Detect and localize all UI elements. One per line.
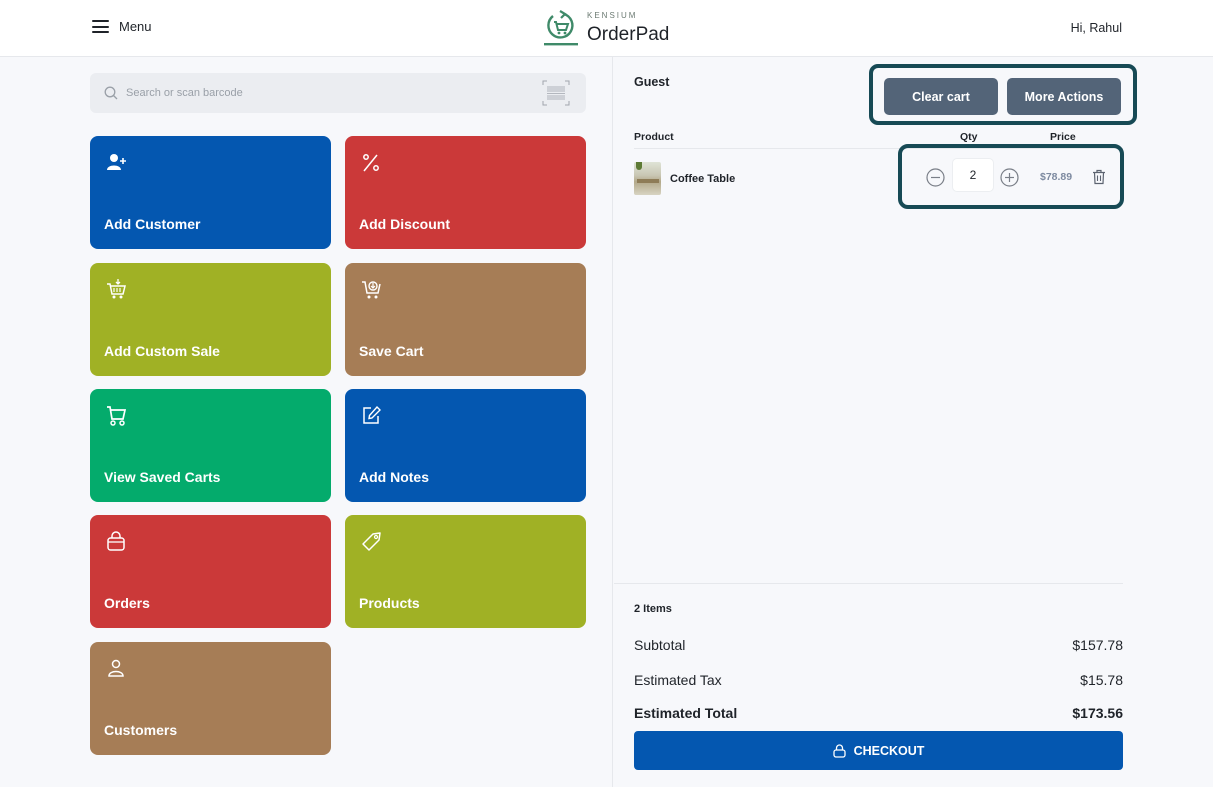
tile-label: View Saved Carts [104,469,221,485]
logo-name: OrderPad [587,24,670,45]
tile-label: Add Custom Sale [104,343,220,359]
lock-icon [832,743,846,758]
logo-brand: KENSIUM [587,11,638,20]
user-plus-icon [107,154,126,170]
search-input[interactable] [126,87,526,99]
checkout-label: CHECKOUT [853,743,925,758]
tile-label: Add Notes [359,469,429,485]
total-label: Estimated Total [634,705,738,721]
shopping-bag-icon [107,531,125,551]
barcode-scan-icon[interactable] [542,80,570,106]
product-name: Coffee Table [670,173,736,185]
menu-label: Menu [119,19,152,34]
cart-actions-highlight: Clear cart More Actions [869,64,1137,125]
tile-save-cart[interactable]: Save Cart [345,263,586,376]
more-actions-button[interactable]: More Actions [1007,78,1121,115]
tax-value: $15.78 [1080,672,1123,688]
tile-add-discount[interactable]: Add Discount [345,136,586,249]
product-thumbnail [634,162,661,195]
user-greeting[interactable]: Hi, Rahul [1071,21,1122,35]
tile-orders[interactable]: Orders [90,515,331,628]
top-header: Menu KENSIUM OrderPad Hi, Rahul [0,0,1213,57]
tile-label: Customers [104,722,178,738]
tile-add-customer[interactable]: Add Customer [90,136,331,249]
tax-label: Estimated Tax [634,672,722,688]
tag-icon [362,532,381,551]
checkout-button[interactable]: CHECKOUT [634,731,1123,770]
tile-products[interactable]: Products [345,515,586,628]
item-price: $78.89 [1040,171,1073,183]
customer-name: Guest [634,75,670,89]
cart-icon [107,406,127,426]
quantity-controls-highlight: $78.89 [898,144,1124,209]
orderpad-logo-icon [544,10,578,46]
summary-divider [614,583,1123,584]
tile-add-custom-sale[interactable]: Add Custom Sale [90,263,331,376]
cart-add-icon [107,279,126,299]
menu-button[interactable]: Menu [92,19,152,34]
tile-add-notes[interactable]: Add Notes [345,389,586,502]
subtotal-value: $157.78 [1072,637,1123,653]
hamburger-icon [92,20,109,33]
cart-panel: Guest Clear cart More Actions Product Qt… [614,57,1213,787]
quantity-input[interactable] [952,158,994,192]
tile-label: Products [359,595,420,611]
tile-label: Orders [104,595,150,611]
total-value: $173.56 [1072,705,1123,721]
cart-save-icon [362,281,381,299]
trash-icon[interactable] [1092,169,1106,185]
items-count: 2 Items [634,603,672,615]
search-bar[interactable] [90,73,586,113]
column-header-product: Product [634,131,674,143]
increase-quantity-icon[interactable] [1000,168,1019,187]
edit-icon [363,405,381,424]
tile-label: Add Discount [359,216,450,232]
app-logo: KENSIUM OrderPad [543,9,669,47]
tax-row: Estimated Tax $15.78 [634,672,1123,688]
subtotal-label: Subtotal [634,637,686,653]
actions-panel: Add Customer Add Discount Add Custom Sal… [0,57,613,787]
total-row: Estimated Total $173.56 [634,705,1123,721]
clear-cart-button[interactable]: Clear cart [884,78,998,115]
decrease-quantity-icon[interactable] [926,168,945,187]
search-icon [104,86,118,100]
tile-label: Save Cart [359,343,424,359]
column-header-qty: Qty [960,131,978,143]
percent-icon [363,154,379,172]
tile-view-saved-carts[interactable]: View Saved Carts [90,389,331,502]
user-icon [108,659,124,677]
column-header-price: Price [1050,131,1076,143]
tile-customers[interactable]: Customers [90,642,331,755]
subtotal-row: Subtotal $157.78 [634,637,1123,653]
tile-label: Add Customer [104,216,201,232]
